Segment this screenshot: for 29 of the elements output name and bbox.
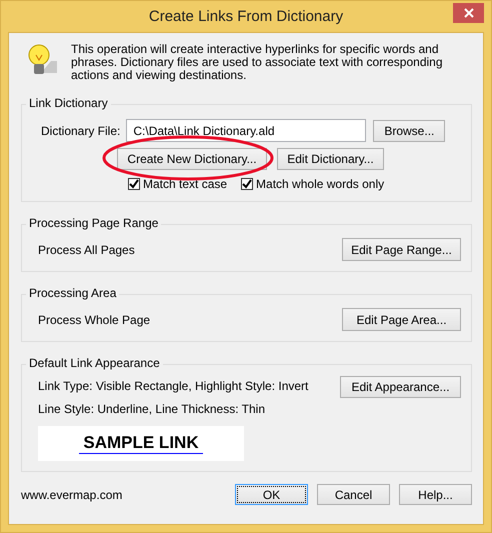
window-title: Create Links From Dictionary	[148, 8, 344, 25]
setting-text: Process All Pages	[38, 242, 135, 256]
group-title: Link Dictionary	[26, 96, 111, 110]
dialog-button[interactable]: Cancel	[317, 484, 390, 505]
create-dictionary-button[interactable]: Create New Dictionary...	[117, 148, 267, 170]
checkbox-label: Match text case	[143, 177, 228, 191]
close-button[interactable]	[453, 3, 484, 23]
website-text: www.evermap.com	[21, 488, 122, 502]
checkbox[interactable]	[241, 178, 254, 190]
checkbox[interactable]	[128, 178, 140, 190]
close-icon	[464, 8, 474, 18]
appearance-text: Line Style: Underline, Line Thickness: Thin	[38, 402, 266, 416]
dialog-button[interactable]: OK	[235, 484, 308, 505]
edit-appearance-button[interactable]: Edit Appearance...	[340, 376, 461, 398]
checkbox-label: Match whole words only	[256, 177, 384, 191]
dictionary-file-field[interactable]: C:\Data\Link Dictionary.ald	[126, 119, 366, 142]
edit-button[interactable]: Edit Page Range...	[342, 238, 461, 261]
setting-text: Process Whole Page	[38, 312, 150, 326]
appearance-text: Link Type: Visible Rectangle, Highlight Style: Invert	[38, 379, 308, 393]
group-title: Default Link Appearance	[26, 356, 163, 370]
dialog-button[interactable]: Help...	[399, 484, 472, 505]
edit-button[interactable]: Edit Page Area...	[342, 308, 461, 331]
edit-dictionary-button[interactable]: Edit Dictionary...	[277, 148, 384, 170]
browse-button[interactable]: Browse...	[373, 120, 446, 142]
field-label: Dictionary File:	[41, 124, 120, 138]
intro-text: This operation will create interactive hyperlinks for specific words and phrases. Dictionary files are used to associate text with corresponding actions and viewing destinations.	[71, 43, 444, 82]
group-title: Processing Area	[26, 286, 120, 300]
group-title: Processing Page Range	[26, 216, 162, 230]
lightbulb-icon	[27, 43, 59, 77]
